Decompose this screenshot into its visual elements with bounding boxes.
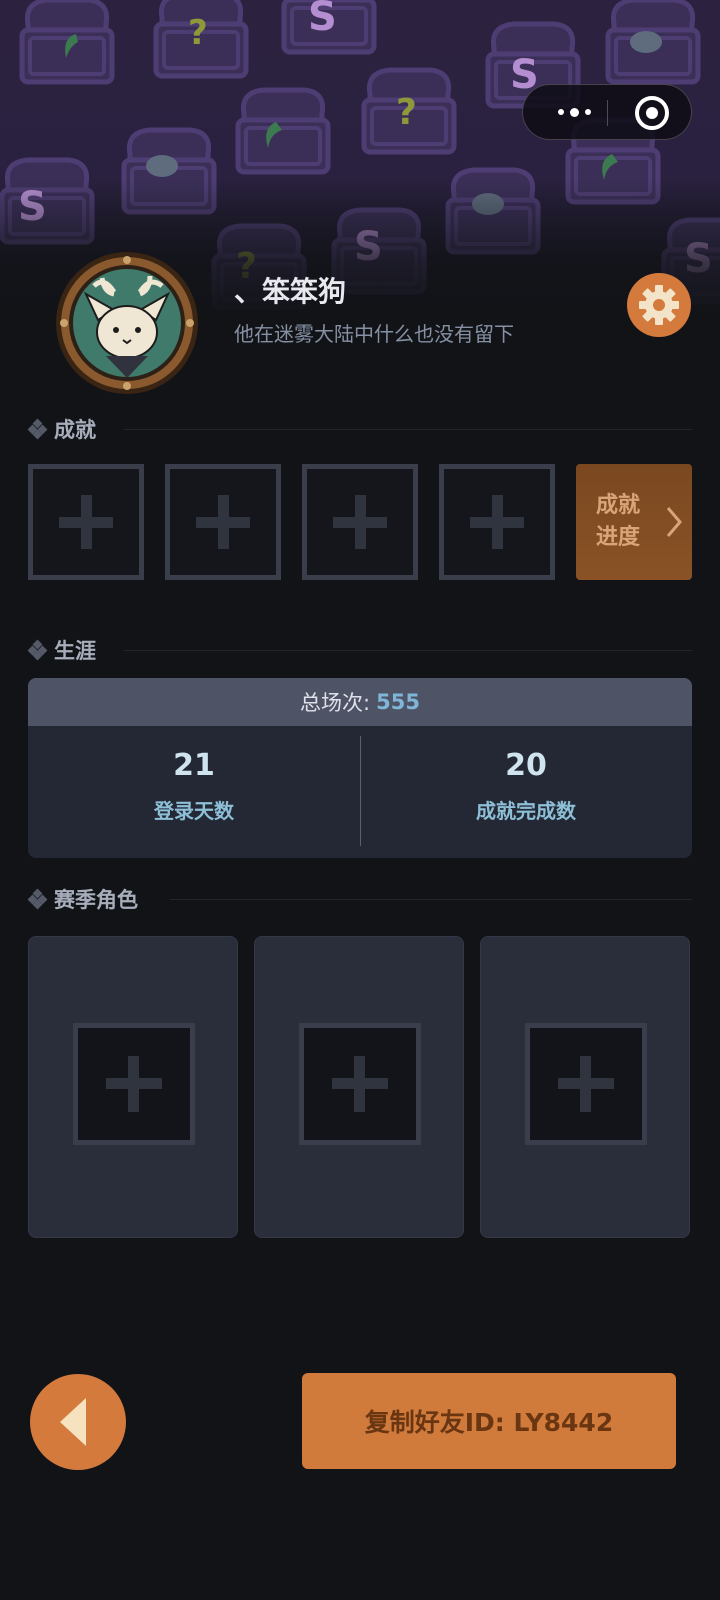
nickname: 、笨笨狗 [234,275,347,308]
stat-achievements-done: 20 成就完成数 [360,748,692,824]
stat-label: 成就完成数 [476,799,576,823]
achievement-progress-label: 成就进度 [596,493,641,550]
stat-value: 21 [173,748,215,783]
achievement-slot[interactable] [302,464,418,580]
plus-icon-v [128,1056,139,1112]
divider [124,650,692,651]
role-slot [73,1023,195,1145]
plus-icon-v [580,1056,591,1112]
stat-value: 20 [505,748,547,783]
stat-label: 登录天数 [154,799,234,823]
role-slot [299,1023,421,1145]
svg-text:S: S [308,0,337,40]
back-arrow-icon [60,1398,86,1446]
copy-friend-id-button[interactable]: 复制好友ID: LY8442 [302,1373,676,1469]
plus-icon-v [355,495,366,549]
section-title-label: 赛季角色 [54,888,138,912]
gear-icon-graphic [627,273,691,337]
gear-icon[interactable] [626,272,692,338]
section-title-season-roles: 赛季角色 [27,885,138,913]
diamond-bullet-icon [27,888,48,910]
section-title-label: 生涯 [54,639,96,663]
career-card: 总场次: 555 21 登录天数 20 成就完成数 [28,678,692,858]
back-button[interactable] [30,1374,126,1470]
season-role-card[interactable] [254,936,464,1238]
bio-text: 他在迷雾大陆中什么也没有留下 [234,322,514,346]
plus-icon-v [354,1056,365,1112]
plus-icon-v [492,495,503,549]
role-slot [525,1023,647,1145]
plus-icon-v [218,495,229,549]
diamond-bullet-icon [27,639,48,661]
total-matches-label: 总场次: [300,691,371,715]
divider [170,899,692,900]
achievement-progress-button[interactable]: 成就进度 [576,464,692,580]
more-dots-icon[interactable] [541,85,607,139]
section-title-achievements: 成就 [27,415,96,443]
section-title-label: 成就 [54,418,96,442]
stat-login-days: 21 登录天数 [28,748,360,824]
chevron-right-icon [666,507,682,537]
achievement-slot[interactable] [28,464,144,580]
total-matches-value: 555 [376,690,420,714]
svg-text:?: ? [188,13,208,53]
achievement-slot[interactable] [439,464,555,580]
diamond-bullet-icon [27,418,48,440]
season-role-card[interactable] [480,936,690,1238]
total-matches-bar: 总场次: 555 [28,678,692,726]
capsule-divider [607,100,608,126]
achievement-slot[interactable] [165,464,281,580]
svg-text:?: ? [396,92,417,133]
season-role-card[interactable] [28,936,238,1238]
miniprogram-capsule [522,84,692,140]
avatar[interactable] [54,250,200,396]
avatar-image [56,252,198,394]
plus-icon-v [81,495,92,549]
divider [124,429,692,430]
section-title-career: 生涯 [27,636,96,664]
target-icon[interactable] [635,96,669,130]
